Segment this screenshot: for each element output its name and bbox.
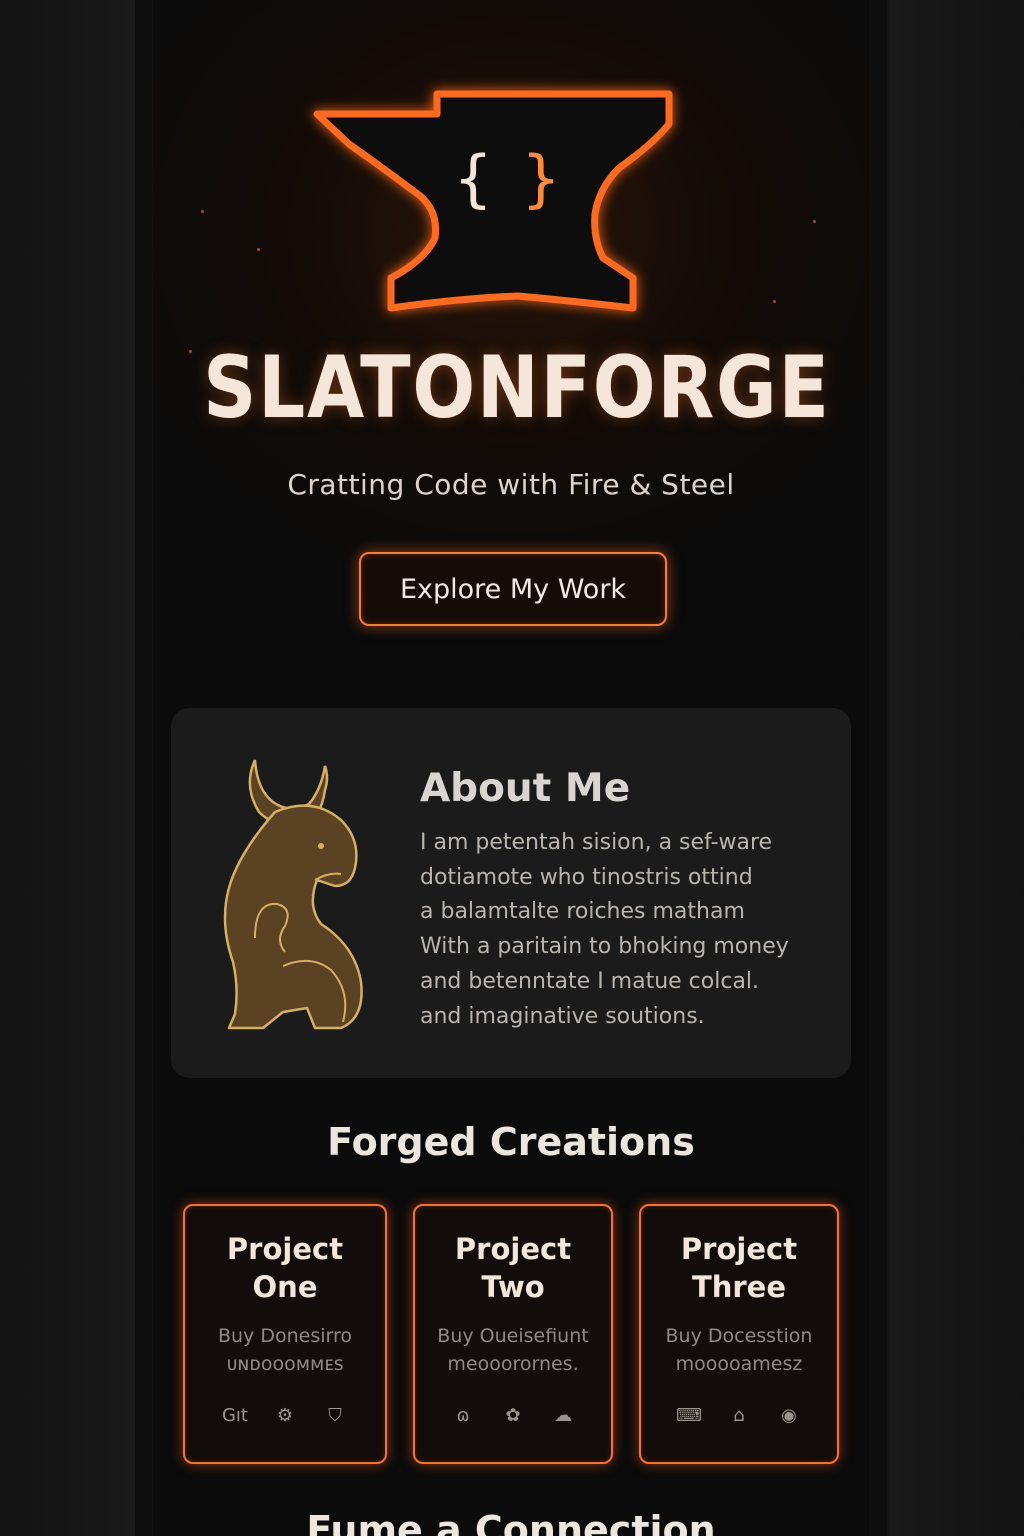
- ember-spark: [813, 220, 816, 223]
- home-icon: ⌂: [733, 1404, 745, 1426]
- project-card-two[interactable]: Project Two Buy Oueisefiunt meooorornes.…: [413, 1204, 613, 1464]
- project-description: Buy Oueisefiunt meooorornes.: [415, 1322, 611, 1378]
- about-line: a balamtalte roiches matham: [420, 899, 745, 925]
- project-desc-line: mooooamesz: [675, 1353, 803, 1375]
- project-card-three[interactable]: Project Three Buy Docesstion mooooamesz …: [639, 1204, 839, 1464]
- project-desc-line: Buy Oueisefiunt: [437, 1325, 589, 1347]
- about-card: About Me I am petentah sision, a sef-war…: [171, 708, 851, 1078]
- anvil-icon: { }: [313, 90, 673, 312]
- page[interactable]: { } SLATONFORGE Cratting Code with Fire …: [153, 0, 869, 1536]
- about-line: With a paritain to bhoking money: [420, 934, 789, 960]
- about-line: and betenntate I matue colcal.: [420, 968, 760, 994]
- project-tech-icons: ⌨ ⌂ ◉: [641, 1402, 837, 1428]
- project-description: Buy Docesstion mooooamesz: [641, 1322, 837, 1378]
- about-line: I am petentah sision, a sef-ware: [420, 830, 773, 855]
- project-tech-icons: ɷ ✿ ☁: [415, 1402, 611, 1428]
- projects-title: Forged Creations: [327, 1120, 695, 1164]
- bug-icon: ɷ: [456, 1404, 470, 1426]
- project-description: Buy Donesirro ᴜɴᴅᴏᴏᴏᴍᴍᴇs: [185, 1322, 385, 1378]
- project-title: Project Two: [415, 1230, 611, 1306]
- about-text: I am petentah sision, a sef-ware dotiamo…: [420, 826, 830, 1034]
- project-desc-line: Buy Docesstion: [665, 1325, 813, 1347]
- tagline: Cratting Code with Fire & Steel: [287, 468, 735, 501]
- project-tech-icons: Gıt ⚙ ⛉: [185, 1402, 385, 1428]
- project-title-line: Project: [454, 1232, 572, 1266]
- explore-work-button[interactable]: Explore My Work: [359, 552, 667, 626]
- about-line: and imaginative soutions.: [420, 1003, 705, 1029]
- logo-brace-left: {: [454, 142, 491, 215]
- project-title: Project One: [185, 1230, 385, 1306]
- anvil-logo: { }: [313, 88, 678, 318]
- ember-spark: [189, 350, 192, 353]
- about-title: About Me: [420, 766, 631, 811]
- project-desc-line: Buy Donesirro: [217, 1325, 353, 1347]
- bull-figure-icon: [215, 756, 365, 1031]
- logo-brace-right: }: [522, 142, 559, 215]
- gear-icon: ⚙: [276, 1404, 294, 1426]
- project-title-line: Project: [226, 1232, 344, 1266]
- puzzle-icon: ✿: [505, 1404, 521, 1426]
- ember-spark: [257, 248, 260, 251]
- project-title: Project Three: [641, 1230, 837, 1306]
- right-backdrop: [889, 0, 1024, 1536]
- project-title-line: Two: [481, 1270, 545, 1304]
- project-title-line: Three: [691, 1270, 787, 1304]
- git-icon: Gıt: [221, 1404, 248, 1426]
- ember-spark: [201, 210, 204, 213]
- project-title-line: One: [252, 1270, 318, 1304]
- connection-title: Fume a Connection: [306, 1508, 716, 1536]
- project-title-line: Project: [680, 1232, 798, 1266]
- shield-icon: ⛉: [328, 1404, 342, 1426]
- left-backdrop: [0, 0, 135, 1536]
- about-line: dotiamote who tinostris ottind: [420, 864, 753, 890]
- ember-spark: [773, 300, 776, 303]
- eye-icon: ◉: [781, 1404, 797, 1426]
- cloud-icon: ☁: [554, 1404, 572, 1426]
- project-desc-line: meooorornes.: [447, 1353, 579, 1375]
- project-desc-line: ᴜɴᴅᴏᴏᴏᴍᴍᴇs: [226, 1353, 344, 1375]
- site-title: SLATONFORGE: [203, 338, 831, 438]
- project-card-one[interactable]: Project One Buy Donesirro ᴜɴᴅᴏᴏᴏᴍᴍᴇs Gıt…: [183, 1204, 387, 1464]
- keyboard-icon: ⌨: [676, 1404, 702, 1426]
